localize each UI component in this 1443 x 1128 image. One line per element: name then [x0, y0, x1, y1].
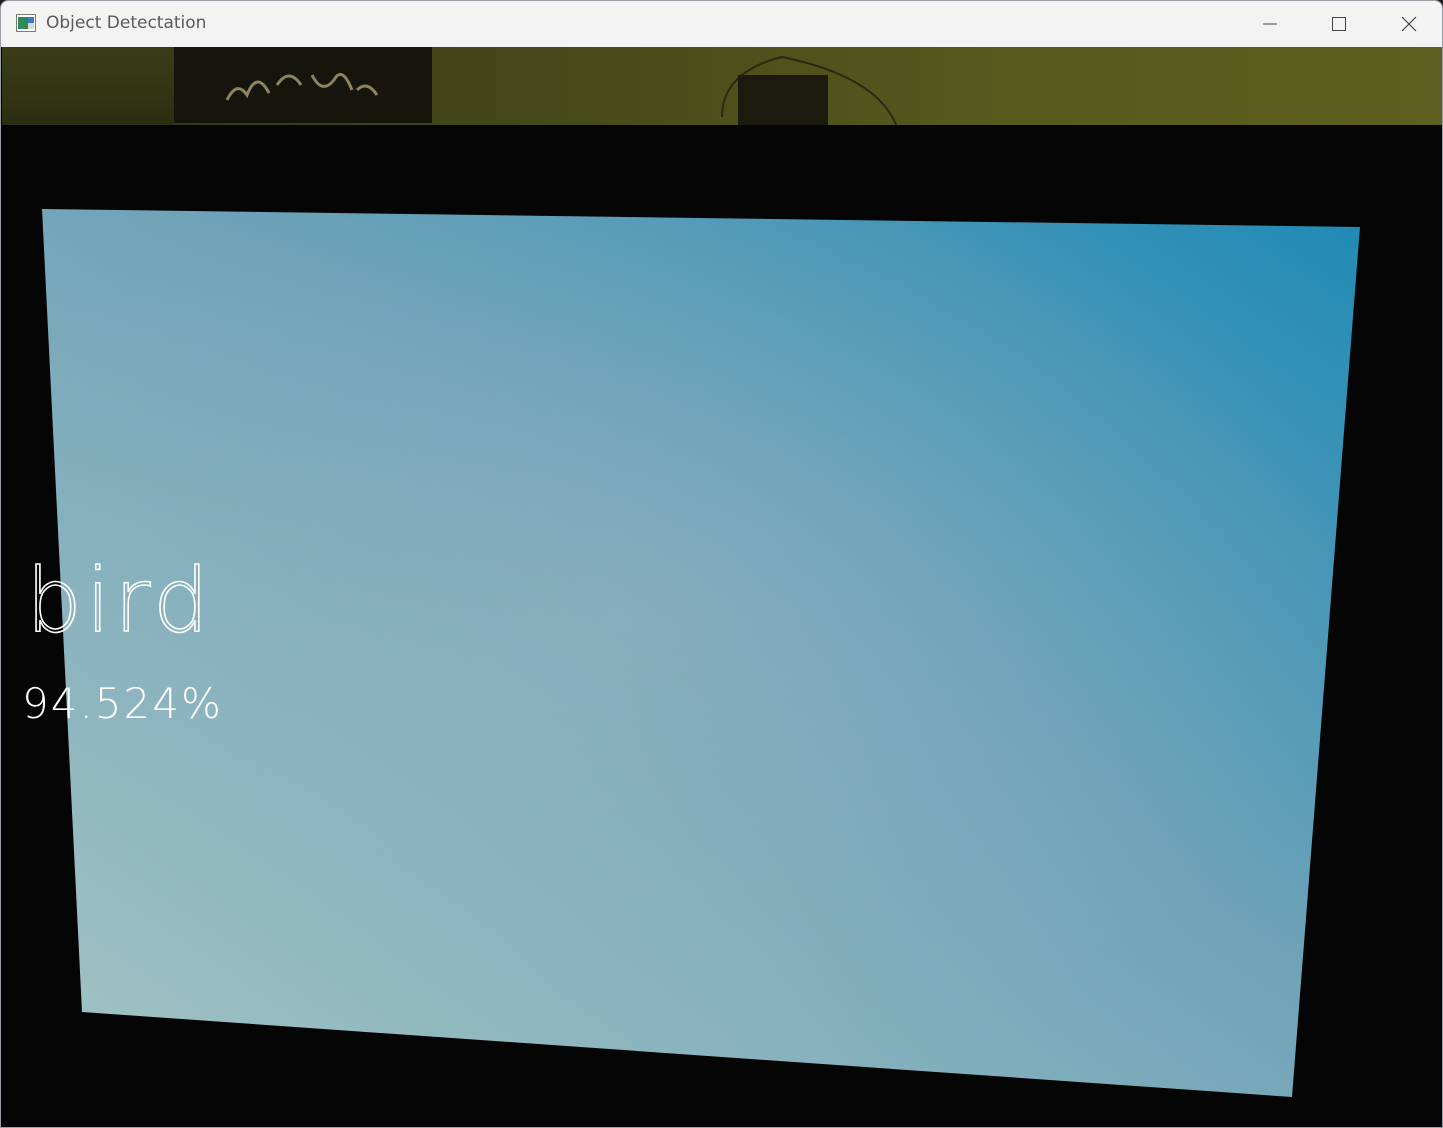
detection-label: bird	[25, 549, 213, 652]
monitor-display-glow	[42, 209, 1360, 1097]
title-bar[interactable]: Object Detectation	[1, 1, 1442, 47]
close-icon	[1401, 16, 1417, 32]
maximize-button[interactable]	[1304, 1, 1374, 47]
monitor-screen	[42, 209, 1360, 1097]
detection-confidence: 94.524%	[22, 679, 223, 728]
minimize-button[interactable]	[1235, 1, 1305, 47]
app-icon	[16, 14, 36, 32]
camera-feed: bird 94.524%	[2, 47, 1442, 1127]
close-button[interactable]	[1374, 1, 1442, 47]
minimize-icon	[1263, 23, 1277, 25]
window-title: Object Detectation	[46, 13, 207, 33]
app-window: Object Detectation bird 94.524%	[0, 0, 1443, 1128]
maximize-icon	[1332, 17, 1346, 31]
